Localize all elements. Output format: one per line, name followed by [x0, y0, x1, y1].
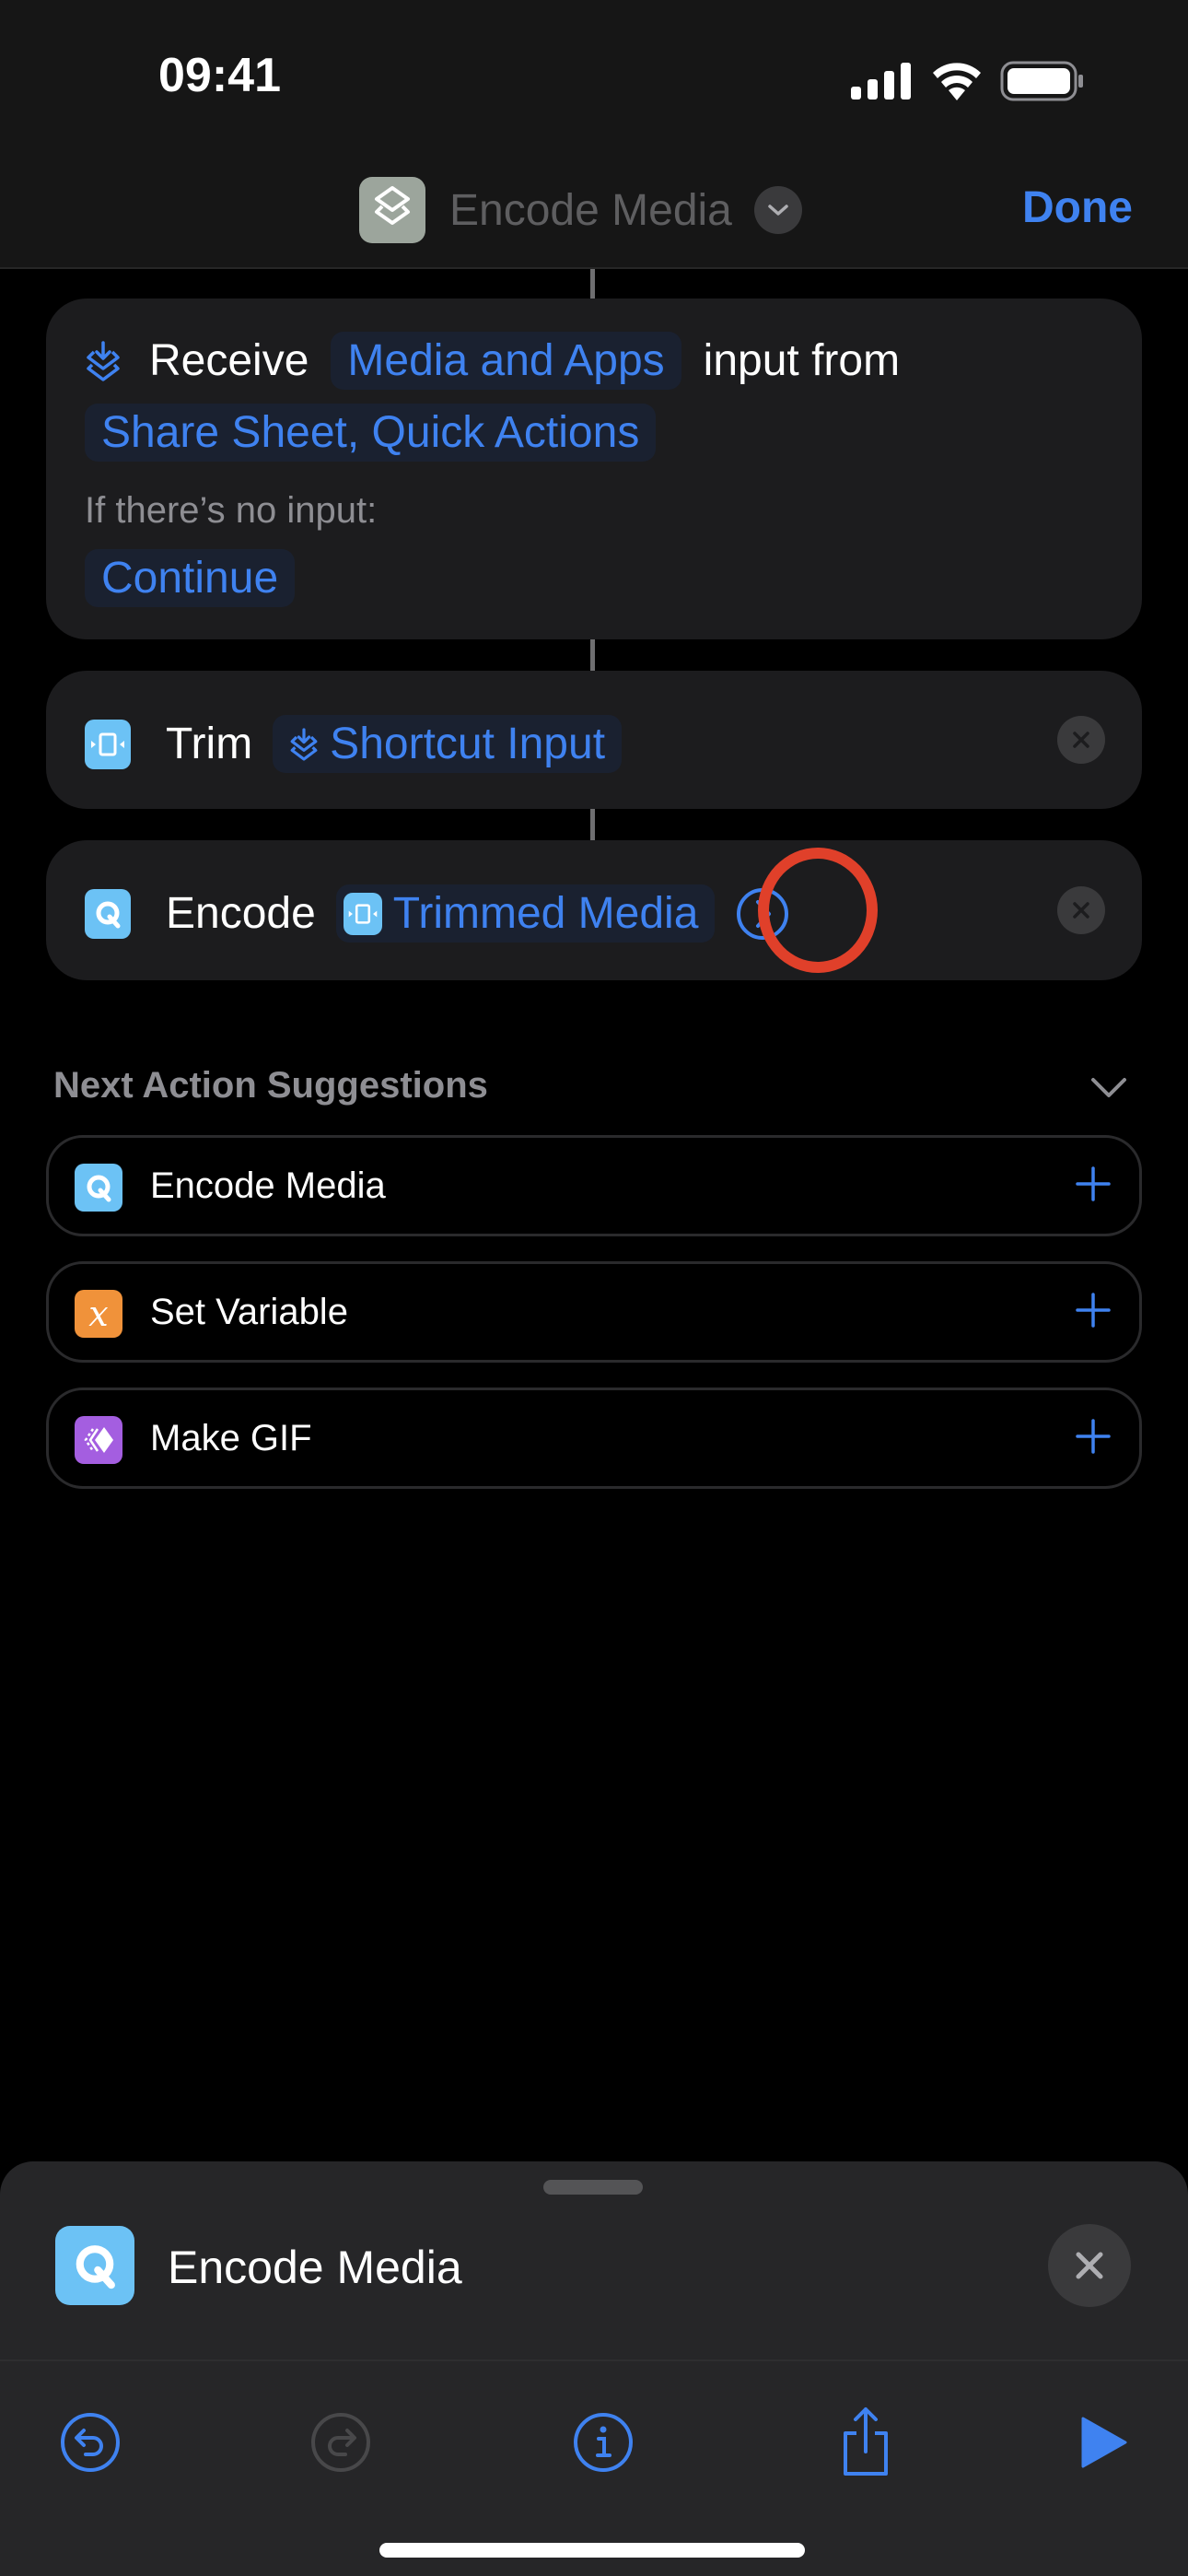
close-sheet-button[interactable]	[1048, 2224, 1131, 2307]
plus-icon	[1076, 1166, 1111, 1201]
add-suggestion-button[interactable]	[1075, 1165, 1112, 1207]
encode-verb: Encode	[166, 889, 316, 938]
trim-verb: Trim	[166, 720, 253, 768]
encode-media-icon	[55, 2226, 134, 2305]
suggestion-make-gif[interactable]: Make GIF	[46, 1388, 1142, 1489]
no-input-label: If there’s no input:	[85, 490, 378, 531]
battery-icon	[1000, 61, 1083, 101]
remove-icon	[1073, 902, 1089, 919]
sheet-title: Encode Media	[168, 2242, 462, 2293]
suggestion-set-variable[interactable]: x Set Variable	[46, 1261, 1142, 1363]
home-indicator	[379, 2543, 805, 2558]
action-connector	[590, 639, 595, 671]
action-search-sheet: Encode Media	[0, 2161, 1188, 2576]
encode-media-action[interactable]: Encode Trimmed Media	[46, 840, 1142, 980]
share-icon	[844, 2407, 888, 2476]
input-source-token[interactable]: Share Sheet, Quick Actions	[85, 404, 657, 462]
share-button[interactable]	[829, 2406, 903, 2479]
remove-icon	[1073, 732, 1089, 748]
encode-media-icon	[85, 888, 131, 939]
suggestion-encode-media[interactable]: Encode Media	[46, 1135, 1142, 1236]
trim-input-label: Shortcut Input	[330, 720, 606, 768]
trim-line: Trim Shortcut Input	[85, 715, 623, 773]
editor-toolbar	[0, 2359, 1188, 2516]
close-icon	[1076, 2252, 1103, 2279]
encode-line: Encode Trimmed Media	[85, 884, 790, 943]
navigation-bar: Encode Media Done	[0, 147, 1188, 269]
receive-input-action[interactable]: Receive Media and Apps input from Share …	[46, 299, 1142, 639]
shortcut-input-icon	[87, 340, 120, 381]
action-connector	[590, 269, 595, 299]
suggestions-header: Next Action Suggestions	[53, 1065, 488, 1106]
redo-button[interactable]	[304, 2406, 378, 2479]
add-suggestion-button[interactable]	[1075, 1292, 1112, 1333]
info-button[interactable]	[566, 2406, 640, 2479]
plus-icon	[1076, 1293, 1111, 1328]
shortcut-title-menu[interactable]: Encode Media	[359, 177, 802, 243]
trim-input-token[interactable]: Shortcut Input	[273, 715, 623, 773]
undo-icon	[61, 2413, 120, 2472]
trim-media-icon	[85, 719, 131, 769]
input-from-text: input from	[703, 336, 901, 385]
shortcut-title: Encode Media	[449, 185, 732, 235]
suggestion-label: Set Variable	[150, 1292, 348, 1332]
input-type-token[interactable]: Media and Apps	[331, 332, 681, 390]
run-shortcut-button[interactable]	[1066, 2406, 1140, 2479]
wifi-icon	[933, 63, 981, 100]
receive-line-3: Continue	[85, 549, 296, 607]
trim-media-action[interactable]: Trim Shortcut Input	[46, 671, 1142, 809]
action-connector	[590, 809, 595, 840]
sheet-grabber[interactable]	[543, 2180, 643, 2195]
chevron-down-icon	[1091, 1078, 1126, 1097]
variable-x-icon: x	[75, 1290, 122, 1338]
chevron-down-icon[interactable]	[753, 186, 802, 234]
done-button[interactable]: Done	[1022, 182, 1133, 233]
undo-button[interactable]	[53, 2406, 127, 2479]
no-input-behavior-token[interactable]: Continue	[85, 549, 296, 607]
receive-line-1: Receive Media and Apps input from	[85, 332, 900, 390]
encode-input-label: Trimmed Media	[392, 889, 699, 938]
receive-verb: Receive	[149, 336, 309, 385]
status-time: 09:41	[158, 49, 281, 102]
suggestion-label: Make GIF	[150, 1418, 312, 1458]
remove-encode-action-button[interactable]	[1057, 886, 1105, 934]
status-bar: 09:41	[0, 0, 1188, 147]
receive-line-2: Share Sheet, Quick Actions	[85, 404, 657, 462]
status-icons	[851, 61, 1085, 101]
info-icon	[574, 2413, 633, 2472]
encode-input-token[interactable]: Trimmed Media	[335, 884, 716, 943]
encode-media-icon	[75, 1164, 122, 1212]
collapse-suggestions-button[interactable]	[1090, 1076, 1127, 1105]
shortcuts-layers-icon	[359, 177, 425, 243]
redo-icon	[311, 2413, 370, 2472]
shortcut-input-icon	[290, 727, 318, 761]
remove-trim-action-button[interactable]	[1057, 716, 1105, 764]
plus-icon	[1076, 1419, 1111, 1454]
make-gif-icon	[75, 1416, 122, 1464]
cellular-signal-icon	[851, 63, 911, 100]
suggestion-label: Encode Media	[150, 1165, 386, 1206]
play-icon	[1081, 2417, 1127, 2468]
add-suggestion-button[interactable]	[1075, 1418, 1112, 1459]
highlight-annotation-ring	[758, 848, 878, 973]
trim-media-icon	[343, 892, 382, 935]
